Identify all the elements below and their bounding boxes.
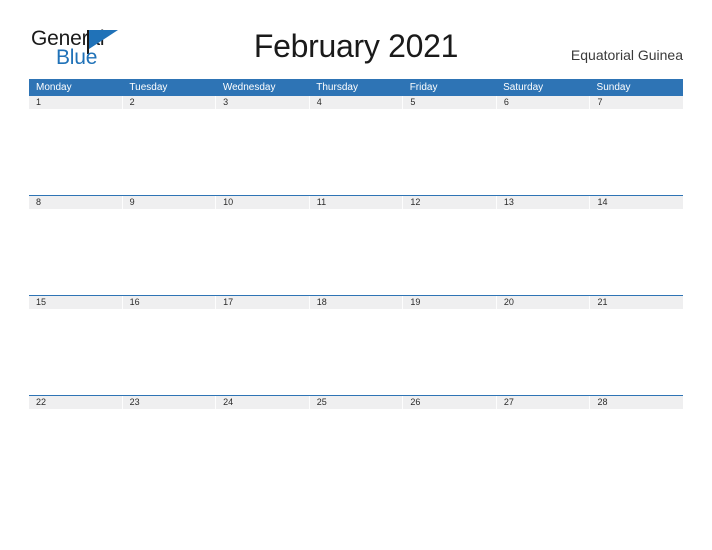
day-cell[interactable] bbox=[122, 109, 215, 195]
country-label: Equatorial Guinea bbox=[570, 47, 683, 63]
day-number[interactable]: 4 bbox=[310, 96, 404, 109]
day-number[interactable]: 19 bbox=[403, 296, 497, 309]
day-cell[interactable] bbox=[122, 209, 215, 295]
day-number[interactable]: 21 bbox=[590, 296, 683, 309]
day-number[interactable]: 22 bbox=[29, 396, 123, 409]
calendar-grid: Monday Tuesday Wednesday Thursday Friday… bbox=[29, 79, 683, 495]
day-number[interactable]: 13 bbox=[497, 196, 591, 209]
day-cell[interactable] bbox=[496, 109, 589, 195]
day-cell[interactable] bbox=[309, 409, 402, 495]
week-daynumbers: 15 16 17 18 19 20 21 bbox=[29, 296, 683, 309]
week-body bbox=[29, 409, 683, 495]
day-cell[interactable] bbox=[590, 409, 683, 495]
day-number[interactable]: 27 bbox=[497, 396, 591, 409]
day-number[interactable]: 7 bbox=[590, 96, 683, 109]
day-number[interactable]: 6 bbox=[497, 96, 591, 109]
day-number[interactable]: 26 bbox=[403, 396, 497, 409]
day-cell[interactable] bbox=[29, 409, 122, 495]
day-number[interactable]: 12 bbox=[403, 196, 497, 209]
week-daynumbers: 8 9 10 11 12 13 14 bbox=[29, 196, 683, 209]
day-number[interactable]: 18 bbox=[310, 296, 404, 309]
weekday-header-tuesday: Tuesday bbox=[129, 82, 168, 93]
day-cell[interactable] bbox=[309, 109, 402, 195]
day-cell[interactable] bbox=[496, 309, 589, 395]
day-number[interactable]: 9 bbox=[123, 196, 217, 209]
day-cell[interactable] bbox=[590, 209, 683, 295]
day-number[interactable]: 24 bbox=[216, 396, 310, 409]
weekday-header-wednesday: Wednesday bbox=[222, 82, 276, 93]
day-number[interactable]: 17 bbox=[216, 296, 310, 309]
week-body bbox=[29, 309, 683, 395]
day-cell[interactable] bbox=[403, 309, 496, 395]
day-cell[interactable] bbox=[216, 109, 309, 195]
day-number[interactable]: 10 bbox=[216, 196, 310, 209]
day-cell[interactable] bbox=[403, 209, 496, 295]
day-number[interactable]: 11 bbox=[310, 196, 404, 209]
weekday-header-saturday: Saturday bbox=[503, 82, 544, 93]
day-number[interactable]: 20 bbox=[497, 296, 591, 309]
day-number[interactable]: 14 bbox=[590, 196, 683, 209]
weekday-header-thursday: Thursday bbox=[316, 82, 358, 93]
day-cell[interactable] bbox=[122, 309, 215, 395]
day-cell[interactable] bbox=[29, 209, 122, 295]
day-cell[interactable] bbox=[496, 209, 589, 295]
day-cell[interactable] bbox=[309, 309, 402, 395]
weekday-header-friday: Friday bbox=[409, 82, 438, 93]
week-body bbox=[29, 109, 683, 195]
weekday-header-row: Monday Tuesday Wednesday Thursday Friday… bbox=[29, 79, 683, 96]
week-daynumbers: 1 2 3 4 5 6 7 bbox=[29, 96, 683, 109]
day-number[interactable]: 16 bbox=[123, 296, 217, 309]
day-cell[interactable] bbox=[122, 409, 215, 495]
day-number[interactable]: 23 bbox=[123, 396, 217, 409]
day-number[interactable]: 8 bbox=[29, 196, 123, 209]
week-body bbox=[29, 209, 683, 295]
week-row: 1 2 3 4 5 6 7 bbox=[29, 96, 683, 195]
day-cell[interactable] bbox=[29, 109, 122, 195]
day-cell[interactable] bbox=[216, 309, 309, 395]
weekday-header-sunday: Sunday bbox=[596, 82, 631, 93]
day-cell[interactable] bbox=[590, 309, 683, 395]
day-cell[interactable] bbox=[309, 209, 402, 295]
day-number[interactable]: 1 bbox=[29, 96, 123, 109]
day-cell[interactable] bbox=[403, 109, 496, 195]
day-cell[interactable] bbox=[29, 309, 122, 395]
day-number[interactable]: 28 bbox=[590, 396, 683, 409]
week-row: 22 23 24 25 26 27 28 bbox=[29, 395, 683, 495]
weekday-header-monday: Monday bbox=[36, 82, 72, 93]
page-header: General Blue February 2021 Equatorial Gu… bbox=[0, 0, 712, 79]
day-cell[interactable] bbox=[590, 109, 683, 195]
day-cell[interactable] bbox=[496, 409, 589, 495]
day-cell[interactable] bbox=[216, 209, 309, 295]
week-daynumbers: 22 23 24 25 26 27 28 bbox=[29, 396, 683, 409]
day-number[interactable]: 15 bbox=[29, 296, 123, 309]
week-row: 8 9 10 11 12 13 14 bbox=[29, 195, 683, 295]
day-cell[interactable] bbox=[216, 409, 309, 495]
day-cell[interactable] bbox=[403, 409, 496, 495]
day-number[interactable]: 25 bbox=[310, 396, 404, 409]
week-row: 15 16 17 18 19 20 21 bbox=[29, 295, 683, 395]
day-number[interactable]: 3 bbox=[216, 96, 310, 109]
day-number[interactable]: 2 bbox=[123, 96, 217, 109]
day-number[interactable]: 5 bbox=[403, 96, 497, 109]
